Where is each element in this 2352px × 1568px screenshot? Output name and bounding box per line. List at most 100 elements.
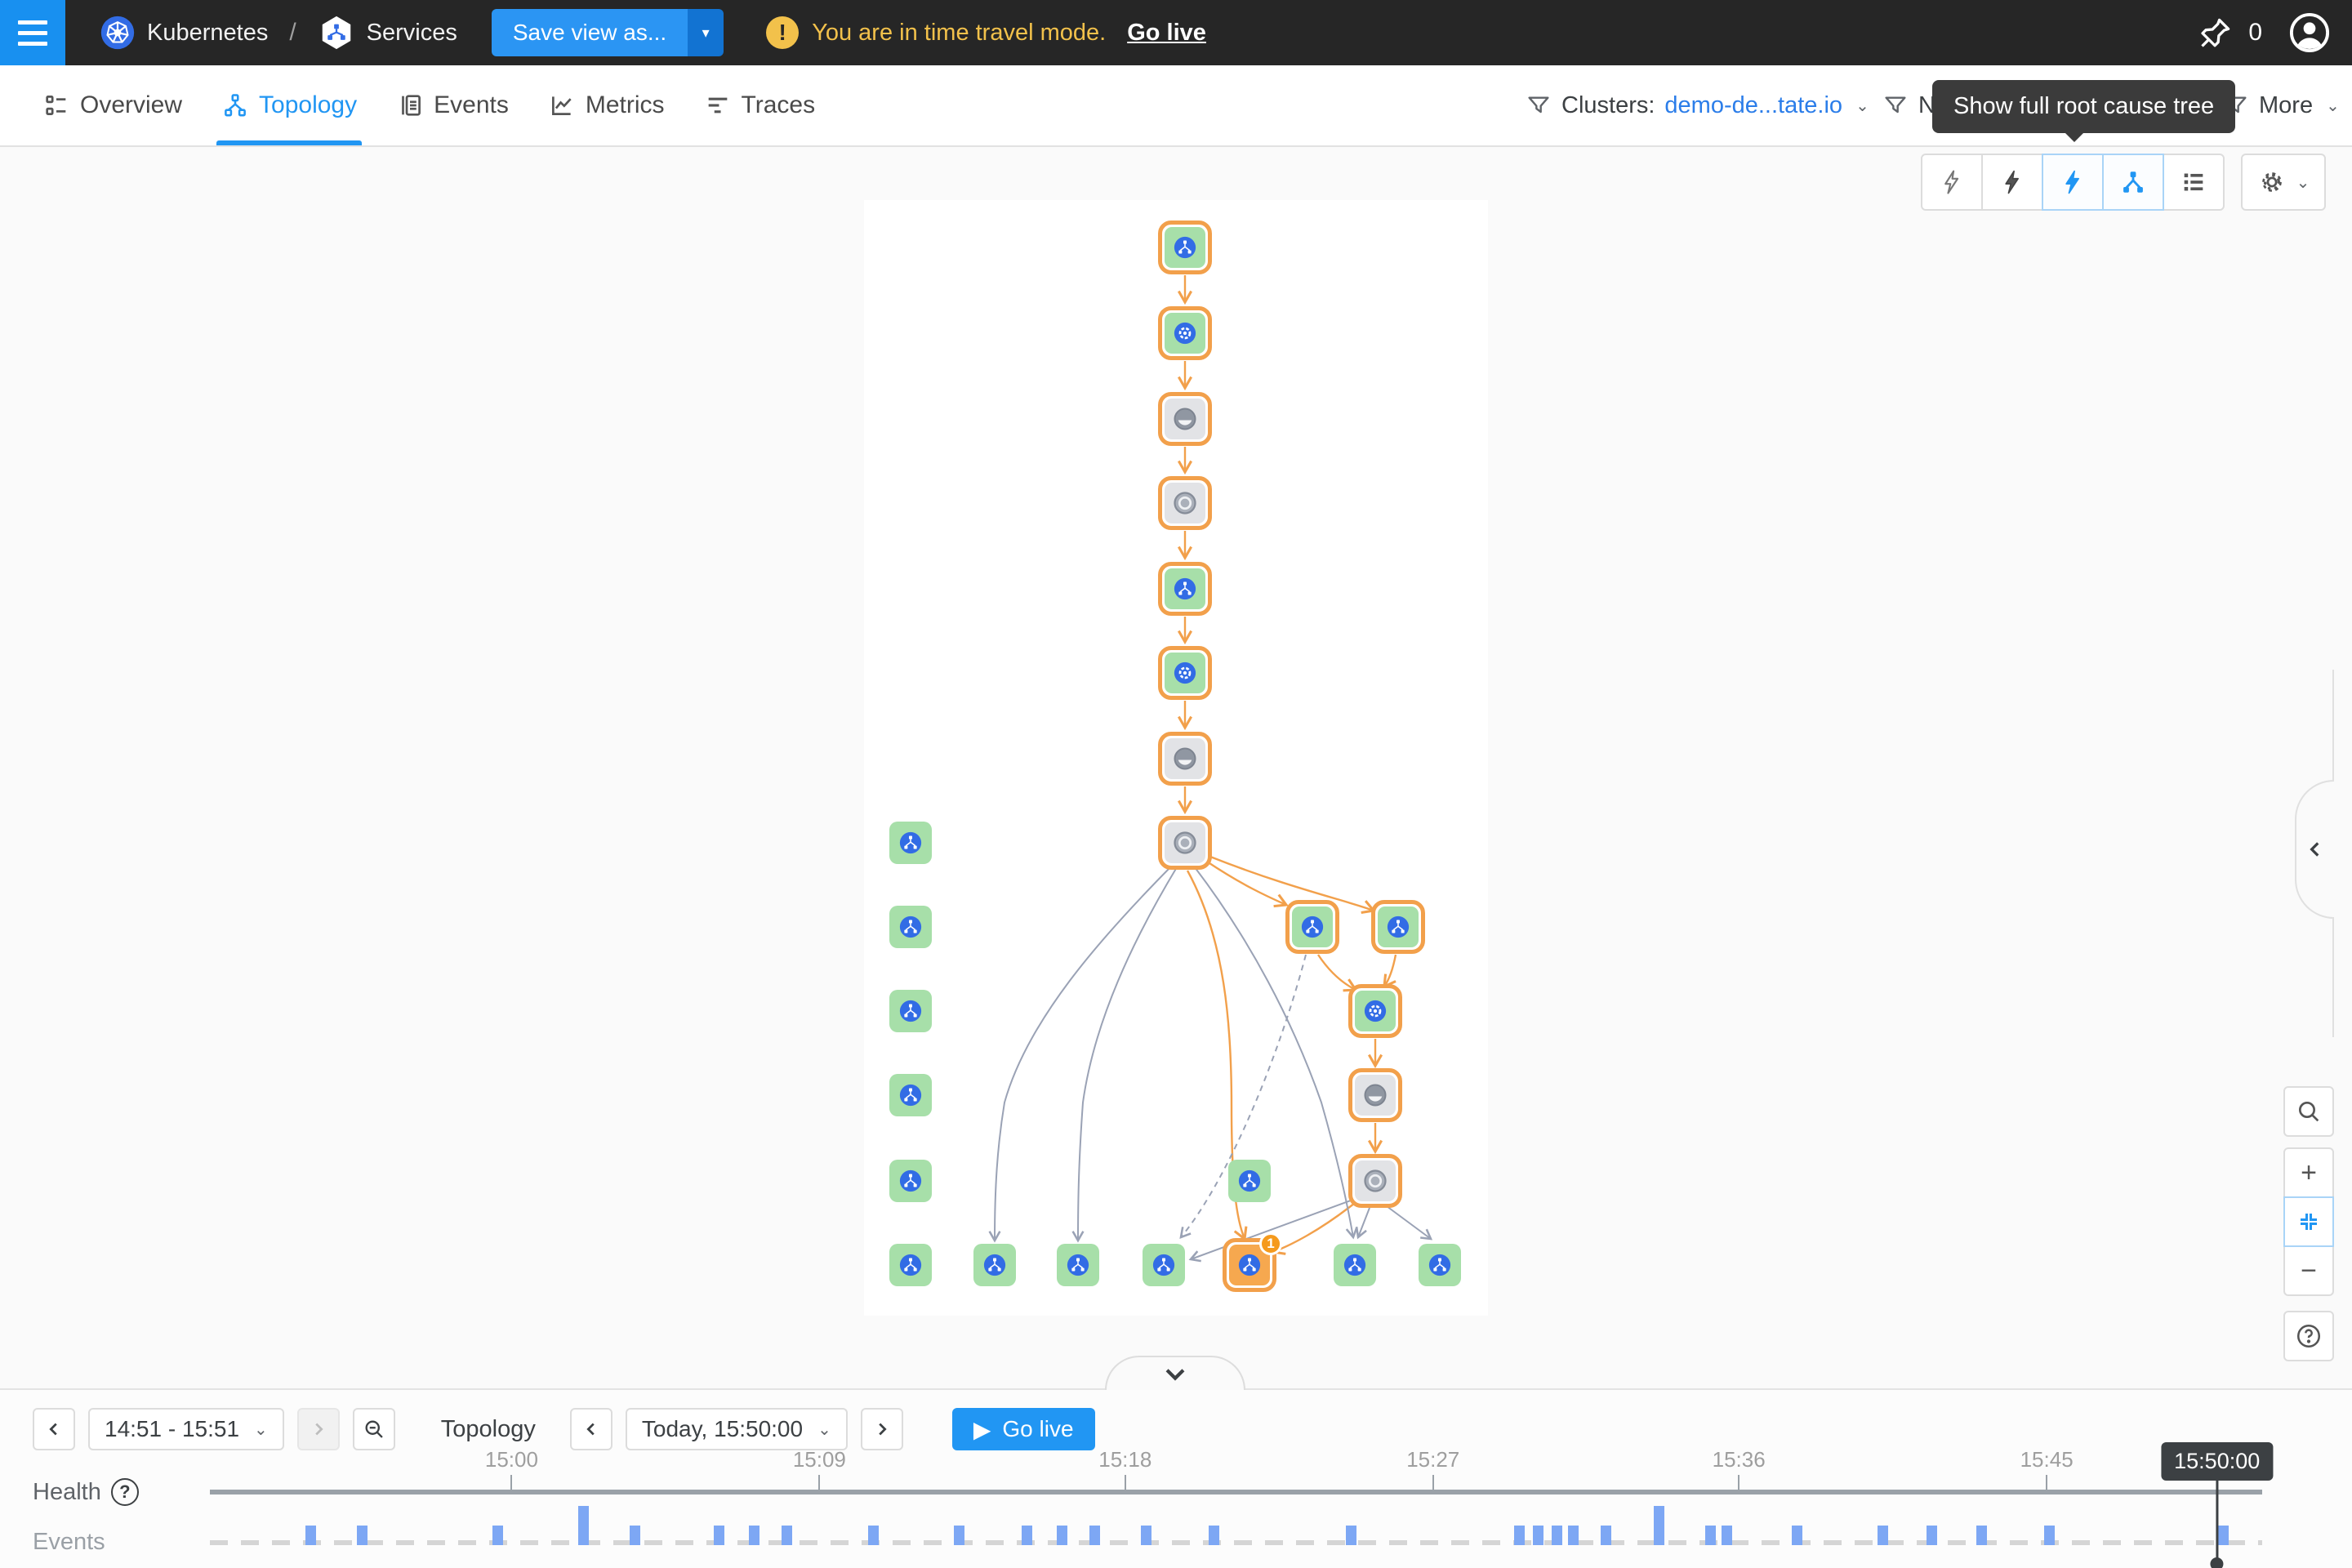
- save-view-as-split-button[interactable]: Save view as... ▾: [492, 9, 724, 56]
- event-bar[interactable]: [954, 1526, 964, 1545]
- root-cause-none-button[interactable]: [1921, 154, 1983, 211]
- event-bar[interactable]: [1722, 1526, 1732, 1545]
- clusters-filter[interactable]: Clusters: demo-de...tate.io ⌄: [1526, 65, 1869, 145]
- tab-traces[interactable]: Traces: [684, 65, 835, 145]
- root-cause-partial-button[interactable]: [1981, 154, 2043, 211]
- topology-node-container[interactable]: [1348, 1068, 1402, 1122]
- health-help-icon[interactable]: ?: [111, 1478, 139, 1506]
- time-back-button[interactable]: [570, 1408, 612, 1450]
- event-bar[interactable]: [1089, 1526, 1100, 1545]
- event-bar[interactable]: [749, 1526, 760, 1545]
- event-bar[interactable]: [1209, 1526, 1219, 1545]
- topology-node-pod[interactable]: [1348, 984, 1402, 1038]
- event-bar[interactable]: [492, 1526, 503, 1545]
- root-cause-full-button[interactable]: [2042, 154, 2104, 211]
- topology-node-service[interactable]: [1158, 220, 1212, 274]
- go-live-button[interactable]: ▶ Go live: [952, 1408, 1095, 1450]
- topology-node-service[interactable]: [1228, 1160, 1271, 1202]
- pin-icon[interactable]: [2198, 15, 2234, 51]
- topology-node-service[interactable]: [1143, 1244, 1185, 1286]
- chevron-down-icon: ⌄: [1855, 96, 1869, 116]
- topology-node-service[interactable]: [889, 822, 932, 864]
- event-bar[interactable]: [1654, 1506, 1664, 1545]
- topology-node-service[interactable]: [1419, 1244, 1461, 1286]
- range-forward-button[interactable]: [297, 1408, 340, 1450]
- event-bar[interactable]: [1792, 1526, 1802, 1545]
- clusters-value[interactable]: demo-de...tate.io: [1664, 92, 1842, 119]
- event-bar[interactable]: [630, 1526, 640, 1545]
- event-bar[interactable]: [1601, 1526, 1611, 1545]
- breadcrumb-view[interactable]: Services: [367, 20, 457, 47]
- topology-canvas[interactable]: 1: [864, 200, 1488, 1316]
- topology-node-service[interactable]: [889, 906, 932, 948]
- event-bar[interactable]: [1705, 1526, 1716, 1545]
- graph-settings-button[interactable]: ⌄: [2241, 154, 2326, 211]
- topology-node-generic[interactable]: [1158, 476, 1212, 530]
- topology-node-service[interactable]: [889, 990, 932, 1032]
- zoom-in-button[interactable]: +: [2283, 1147, 2334, 1198]
- topology-node-service[interactable]: [1371, 900, 1425, 954]
- topology-node-pod[interactable]: [1158, 306, 1212, 360]
- topology-node-container[interactable]: [1158, 392, 1212, 446]
- time-forward-button[interactable]: [861, 1408, 903, 1450]
- topology-node-service[interactable]: [889, 1160, 932, 1202]
- event-bar[interactable]: [714, 1526, 724, 1545]
- topology-node-generic[interactable]: [1348, 1154, 1402, 1208]
- event-bar[interactable]: [1141, 1526, 1152, 1545]
- topology-node-service[interactable]: 1: [1223, 1238, 1276, 1292]
- topology-node-service[interactable]: [973, 1244, 1016, 1286]
- fit-to-screen-button[interactable]: [2283, 1196, 2334, 1247]
- event-bar[interactable]: [1057, 1526, 1067, 1545]
- tree-layout-button[interactable]: [2102, 154, 2164, 211]
- tab-metrics[interactable]: Metrics: [528, 65, 684, 145]
- topology-node-generic[interactable]: [1158, 816, 1212, 870]
- event-bar[interactable]: [1552, 1526, 1562, 1545]
- tab-events[interactable]: Events: [376, 65, 528, 145]
- event-bar[interactable]: [1022, 1526, 1032, 1545]
- hamburger-menu-button[interactable]: [0, 0, 65, 65]
- event-bar[interactable]: [357, 1526, 368, 1545]
- topology-node-container[interactable]: [1158, 732, 1212, 786]
- event-bar[interactable]: [1533, 1526, 1544, 1545]
- event-bar[interactable]: [1514, 1526, 1525, 1545]
- topology-node-pod[interactable]: [1158, 646, 1212, 700]
- tab-topology[interactable]: Topology: [202, 65, 376, 145]
- topology-node-service[interactable]: [889, 1244, 932, 1286]
- event-bar[interactable]: [1346, 1526, 1356, 1545]
- range-back-button[interactable]: [33, 1408, 75, 1450]
- time-range-select[interactable]: 14:51 - 15:51 ⌄: [88, 1408, 284, 1450]
- graph-search-button[interactable]: [2283, 1086, 2334, 1137]
- event-bar[interactable]: [305, 1526, 316, 1545]
- time-select[interactable]: Today, 15:50:00 ⌄: [626, 1408, 848, 1450]
- save-view-as-button[interactable]: Save view as...: [492, 9, 688, 56]
- event-bar[interactable]: [578, 1506, 589, 1545]
- event-bar[interactable]: [1878, 1526, 1888, 1545]
- go-live-link[interactable]: Go live: [1127, 20, 1206, 47]
- tab-overview[interactable]: Overview: [23, 65, 202, 145]
- event-bar[interactable]: [868, 1526, 879, 1545]
- topology-node-service[interactable]: [889, 1074, 932, 1116]
- event-bar[interactable]: [1976, 1526, 1987, 1545]
- save-view-dropdown-caret[interactable]: ▾: [688, 9, 724, 56]
- user-avatar[interactable]: [2288, 11, 2331, 54]
- event-bar[interactable]: [1568, 1526, 1579, 1545]
- topology-node-service[interactable]: [1334, 1244, 1376, 1286]
- timeline-zoom-out-button[interactable]: [353, 1408, 395, 1450]
- topology-node-service[interactable]: [1057, 1244, 1099, 1286]
- collapse-right-panel-handle[interactable]: [2295, 780, 2334, 919]
- event-bar[interactable]: [2218, 1526, 2229, 1545]
- event-bar[interactable]: [2044, 1526, 2055, 1545]
- topology-node-service[interactable]: [1158, 562, 1212, 616]
- collapse-bottom-panel-handle[interactable]: [1105, 1356, 1245, 1390]
- event-bar[interactable]: [782, 1526, 792, 1545]
- more-filters[interactable]: More ⌄: [2223, 65, 2340, 145]
- topology-edge: [1387, 1206, 1431, 1239]
- help-button[interactable]: [2283, 1311, 2334, 1361]
- zoom-out-button[interactable]: −: [2283, 1245, 2334, 1296]
- current-time-marker[interactable]: 15:50:00: [2161, 1442, 2273, 1568]
- marker-dot[interactable]: [2211, 1557, 2224, 1568]
- topology-node-service[interactable]: [1285, 900, 1339, 954]
- list-view-button[interactable]: [2163, 154, 2225, 211]
- event-bar[interactable]: [1927, 1526, 1937, 1545]
- breadcrumb-app[interactable]: Kubernetes: [147, 20, 268, 47]
